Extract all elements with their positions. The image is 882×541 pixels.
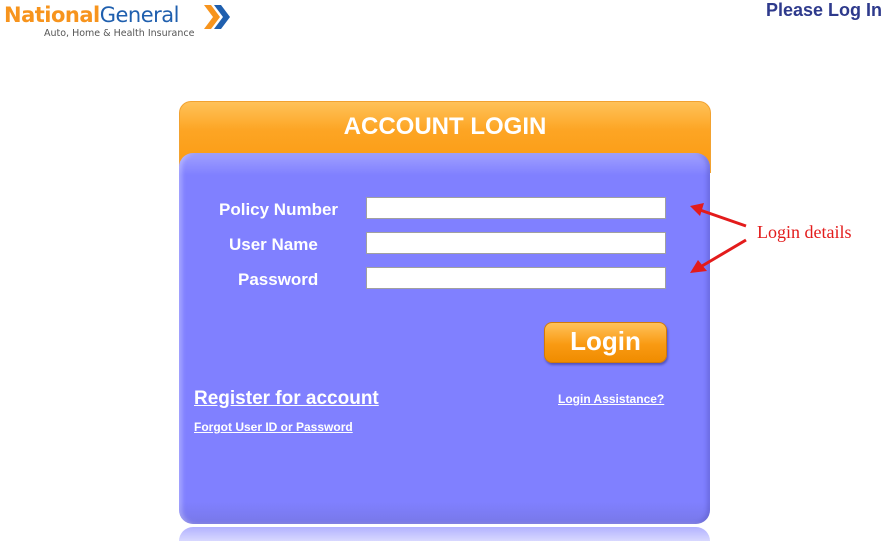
user-name-label: User Name xyxy=(229,235,318,254)
panel-reflection xyxy=(179,527,710,541)
login-status-text: Please Log In xyxy=(765,0,882,20)
arrow-line-top xyxy=(699,208,747,228)
password-input[interactable] xyxy=(366,267,666,289)
password-label: Password xyxy=(238,270,319,289)
brand-tagline: Auto, Home & Health Insurance xyxy=(44,28,195,39)
arrow-line-bottom xyxy=(701,238,747,268)
arrow-head-top xyxy=(690,203,704,216)
chevron-right-icon xyxy=(204,5,230,29)
forgot-credentials-link[interactable]: Forgot User ID or Password xyxy=(194,420,353,434)
annotation-label: Login details xyxy=(757,222,852,242)
brand-logo[interactable]: NationalGeneral Auto, Home & Health Insu… xyxy=(4,2,230,39)
annotation-arrows xyxy=(690,203,747,273)
panel-title: ACCOUNT LOGIN xyxy=(343,113,547,140)
login-button[interactable]: Login xyxy=(544,322,667,363)
policy-number-input[interactable] xyxy=(366,197,666,219)
policy-number-label: Policy Number xyxy=(219,200,339,219)
brand-name: NationalGeneral xyxy=(4,3,180,27)
register-link[interactable]: Register for account xyxy=(194,388,379,410)
arrow-head-bottom xyxy=(690,260,707,273)
user-name-input[interactable] xyxy=(366,232,666,254)
login-assistance-link[interactable]: Login Assistance? xyxy=(558,392,664,406)
